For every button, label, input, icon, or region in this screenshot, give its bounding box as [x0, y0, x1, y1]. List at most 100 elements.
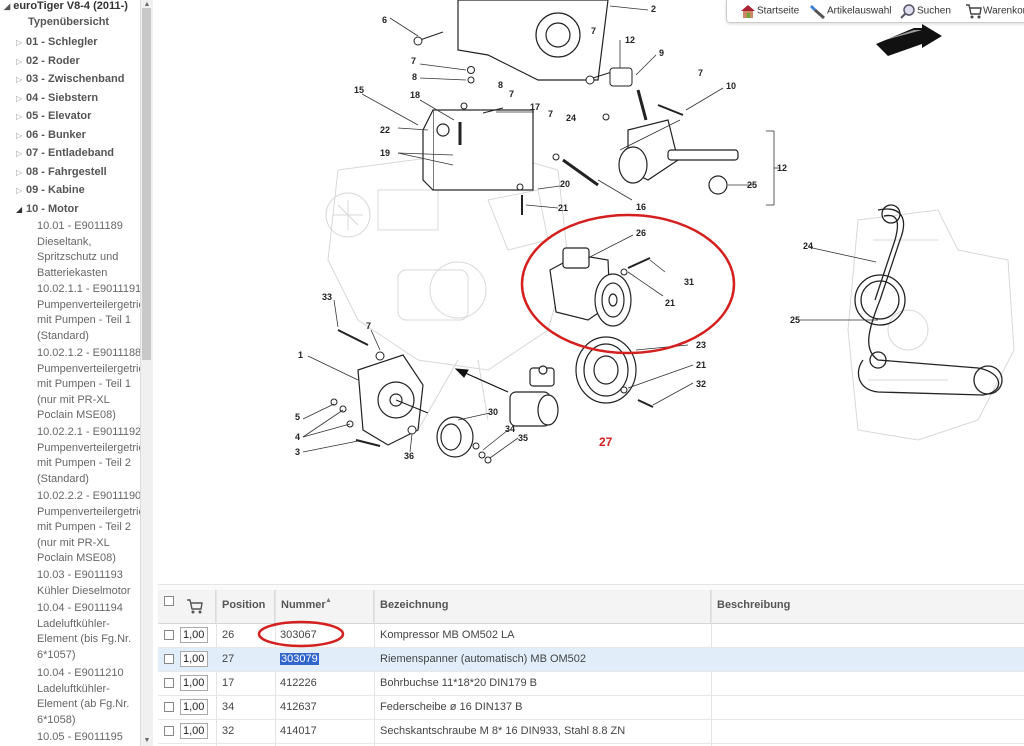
tree-subitem[interactable]: 10.02.2.1 - E9011192 Pumpenverteilergetr…	[37, 425, 140, 487]
callout-label[interactable]: 10	[726, 81, 736, 91]
callout-label[interactable]: 25	[747, 180, 757, 190]
tree-group-schlegler[interactable]: ▷ 01 - Schlegler	[16, 36, 98, 48]
callout-label[interactable]: 8	[498, 80, 503, 90]
article-selection-button[interactable]: Artikelauswahl	[809, 3, 891, 19]
quantity-input[interactable]: 1,00	[180, 723, 208, 739]
header-beschreibung[interactable]: Beschreibung	[711, 590, 1024, 623]
callout-label[interactable]: 24	[803, 241, 813, 251]
callout-label[interactable]: 15	[354, 85, 364, 95]
top-toolbar: Startseite Artikelauswahl Suchen Warenko…	[726, 0, 1024, 23]
callout-label[interactable]: 7	[591, 26, 596, 36]
callout-label[interactable]: 7	[698, 68, 703, 78]
callout-label[interactable]: 8	[412, 72, 417, 82]
callout-label[interactable]: 18	[410, 90, 420, 100]
quantity-input[interactable]: 1,00	[180, 699, 208, 715]
callout-label[interactable]: 9	[659, 48, 664, 58]
cart-button[interactable]: Warenkorb	[965, 3, 1024, 19]
tree-subitem[interactable]: 10.04 - E9011194 Ladeluftkühler- Element…	[37, 601, 140, 663]
callout-label[interactable]: 12	[625, 35, 635, 45]
callout-label[interactable]: 23	[696, 340, 706, 350]
callout-label[interactable]: 26	[636, 228, 646, 238]
tree-group-bunker[interactable]: ▷ 06 - Bunker	[16, 129, 86, 141]
tree-group-kabine[interactable]: ▷ 09 - Kabine	[16, 184, 85, 196]
callout-label[interactable]: 3	[295, 447, 300, 457]
quantity-input[interactable]: 1,00	[180, 651, 208, 667]
callout-label[interactable]: 21	[665, 298, 675, 308]
row-checkbox[interactable]	[164, 678, 174, 688]
callout-label[interactable]: 6	[382, 15, 387, 25]
cell-nummer: 303079	[280, 648, 319, 671]
callout-label[interactable]: 21	[696, 360, 706, 370]
row-checkbox[interactable]	[164, 726, 174, 736]
callout-label[interactable]: 36	[404, 451, 414, 461]
table-row[interactable]: 1,00 26 303067 Kompressor MB OM502 LA	[158, 620, 1024, 648]
tree-subitem[interactable]: 10.03 - E9011193 Kühler Dieselmotor	[37, 568, 140, 599]
callout-label[interactable]: 12	[777, 163, 787, 173]
tree-subitem[interactable]: 10.02.1.2 - E9011188 Pumpenverteilergetr…	[37, 346, 140, 424]
row-checkbox[interactable]	[164, 702, 174, 712]
callout-label[interactable]: 7	[548, 109, 553, 119]
callout-label[interactable]: 1	[298, 350, 303, 360]
tree-root[interactable]: ◢ euroTiger V8-4 (2011-)	[4, 0, 128, 12]
callout-label[interactable]: 20	[560, 179, 570, 189]
tree-group-siebstern[interactable]: ▷ 04 - Siebstern	[16, 92, 98, 104]
callout-label[interactable]: 32	[696, 379, 706, 389]
tree-subitem[interactable]: 10.01 - E9011189 Dieseltank, Spritzschut…	[37, 219, 140, 281]
tree-group-zwischenband[interactable]: ▷ 03 - Zwischenband	[16, 73, 124, 85]
callout-label[interactable]: 7	[411, 56, 416, 66]
quantity-input[interactable]: 1,00	[180, 675, 208, 691]
tree-subitem[interactable]: 10.05 - E9011195	[37, 730, 140, 746]
navigation-arrow-icon[interactable]	[874, 24, 944, 58]
search-button[interactable]: Suchen	[899, 3, 951, 19]
home-button[interactable]: Startseite	[739, 3, 799, 19]
row-checkbox[interactable]	[164, 654, 174, 664]
callout-label[interactable]: 35	[518, 433, 528, 443]
table-row[interactable]: 1,00 32 414017 Sechskantschraube M 8* 16…	[158, 720, 1024, 744]
tree-group-fahrgestell[interactable]: ▷ 08 - Fahrgestell	[16, 166, 107, 178]
shopping-cart-icon	[966, 4, 982, 19]
callout-label[interactable]: 34	[505, 424, 515, 434]
scroll-down-icon[interactable]: ▼	[141, 736, 153, 746]
callout-label[interactable]: 33	[322, 292, 332, 302]
callout-label[interactable]: 22	[380, 125, 390, 135]
callout-label[interactable]: 2	[651, 4, 656, 14]
callout-label[interactable]: 30	[488, 407, 498, 417]
callout-label[interactable]: 7	[509, 89, 514, 99]
expand-icon: ▷	[16, 57, 23, 66]
table-row-selected[interactable]: 1,00 27 303079 Riemenspanner (automatisc…	[158, 648, 1024, 672]
callout-label[interactable]: 24	[566, 113, 576, 123]
callout-label[interactable]: 16	[636, 202, 646, 212]
tree-group-motor[interactable]: ◢ 10 - Motor	[16, 203, 79, 215]
callout-label[interactable]: 19	[380, 148, 390, 158]
callout-label[interactable]: 31	[684, 277, 694, 287]
scrollbar-thumb[interactable]	[142, 8, 151, 360]
expand-icon: ▷	[16, 38, 23, 47]
callout-label[interactable]: 25	[790, 315, 800, 325]
callout-label[interactable]: 7	[366, 321, 371, 331]
select-all-checkbox[interactable]	[164, 596, 174, 606]
tree-group-roder[interactable]: ▷ 02 - Roder	[16, 55, 80, 67]
callout-label-highlighted[interactable]: 27	[599, 435, 613, 449]
tree-subitem[interactable]: 10.04 - E9011210 Ladeluftkühler- Element…	[37, 666, 140, 728]
house-icon	[741, 5, 755, 18]
callout-label[interactable]: 4	[295, 432, 300, 442]
header-bezeichnung[interactable]: Bezeichnung	[374, 590, 711, 623]
cell-bezeichnung: Sechskantschraube M 8* 16 DIN933, Stahl …	[380, 725, 626, 737]
tree-subitem[interactable]: 10.02.1.1 - E9011191 Pumpenverteilergetr…	[37, 282, 140, 344]
tree-group-entladeband[interactable]: ▷ 07 - Entladeband	[16, 147, 114, 159]
expand-icon: ▷	[16, 112, 23, 121]
cell-position: 27	[222, 653, 235, 665]
callout-label[interactable]: 21	[558, 203, 568, 213]
callout-label[interactable]: 5	[295, 412, 300, 422]
parts-table: Position Nummer ▲ Bezeichnung Beschreibu…	[158, 590, 1024, 746]
tree-group-elevator[interactable]: ▷ 05 - Elevator	[16, 110, 91, 122]
tree-subitem[interactable]: 10.02.2.2 - E9011190 Pumpenverteilergetr…	[37, 489, 140, 567]
table-row[interactable]: 1,00 17 412226 Bohrbuchse 11*18*20 DIN17…	[158, 672, 1024, 696]
quantity-input[interactable]: 1,00	[180, 627, 208, 643]
expand-icon: ▷	[16, 168, 23, 177]
table-row[interactable]: 1,00 34 412637 Federscheibe ø 16 DIN137 …	[158, 696, 1024, 720]
row-checkbox[interactable]	[164, 630, 174, 640]
tree-item-overview[interactable]: Typenübersicht	[28, 16, 109, 28]
callout-label[interactable]: 17	[530, 102, 540, 112]
sidebar-scrollbar[interactable]: ▲ ▼	[140, 0, 153, 746]
